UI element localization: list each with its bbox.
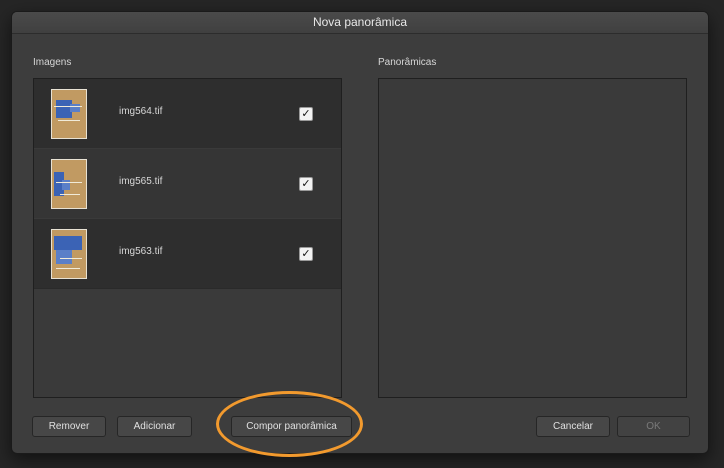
panoramas-list[interactable] <box>378 78 687 398</box>
dialog-title: Nova panorâmica <box>12 12 708 34</box>
list-divider <box>34 288 341 289</box>
images-list[interactable]: img564.tif ✓ img565.tif ✓ img563.tif ✓ <box>33 78 342 398</box>
image-row[interactable]: img564.tif ✓ <box>34 79 341 148</box>
new-panorama-dialog: Nova panorâmica Imagens Panorâmicas img5… <box>11 11 709 454</box>
cancel-button[interactable]: Cancelar <box>536 416 610 437</box>
panoramas-label: Panorâmicas <box>378 57 437 68</box>
ok-button[interactable]: OK <box>617 416 690 437</box>
images-label: Imagens <box>33 57 72 68</box>
image-thumbnail <box>51 89 87 139</box>
add-button[interactable]: Adicionar <box>117 416 192 437</box>
image-row[interactable]: img565.tif ✓ <box>34 149 341 218</box>
image-filename: img565.tif <box>119 176 163 187</box>
image-filename: img564.tif <box>119 106 163 117</box>
include-checkbox[interactable]: ✓ <box>299 247 313 261</box>
remove-button[interactable]: Remover <box>32 416 106 437</box>
image-thumbnail <box>51 159 87 209</box>
include-checkbox[interactable]: ✓ <box>299 177 313 191</box>
include-checkbox[interactable]: ✓ <box>299 107 313 121</box>
image-thumbnail <box>51 229 87 279</box>
image-row[interactable]: img563.tif ✓ <box>34 219 341 288</box>
image-filename: img563.tif <box>119 246 163 257</box>
compose-panorama-button[interactable]: Compor panorâmica <box>231 416 352 437</box>
